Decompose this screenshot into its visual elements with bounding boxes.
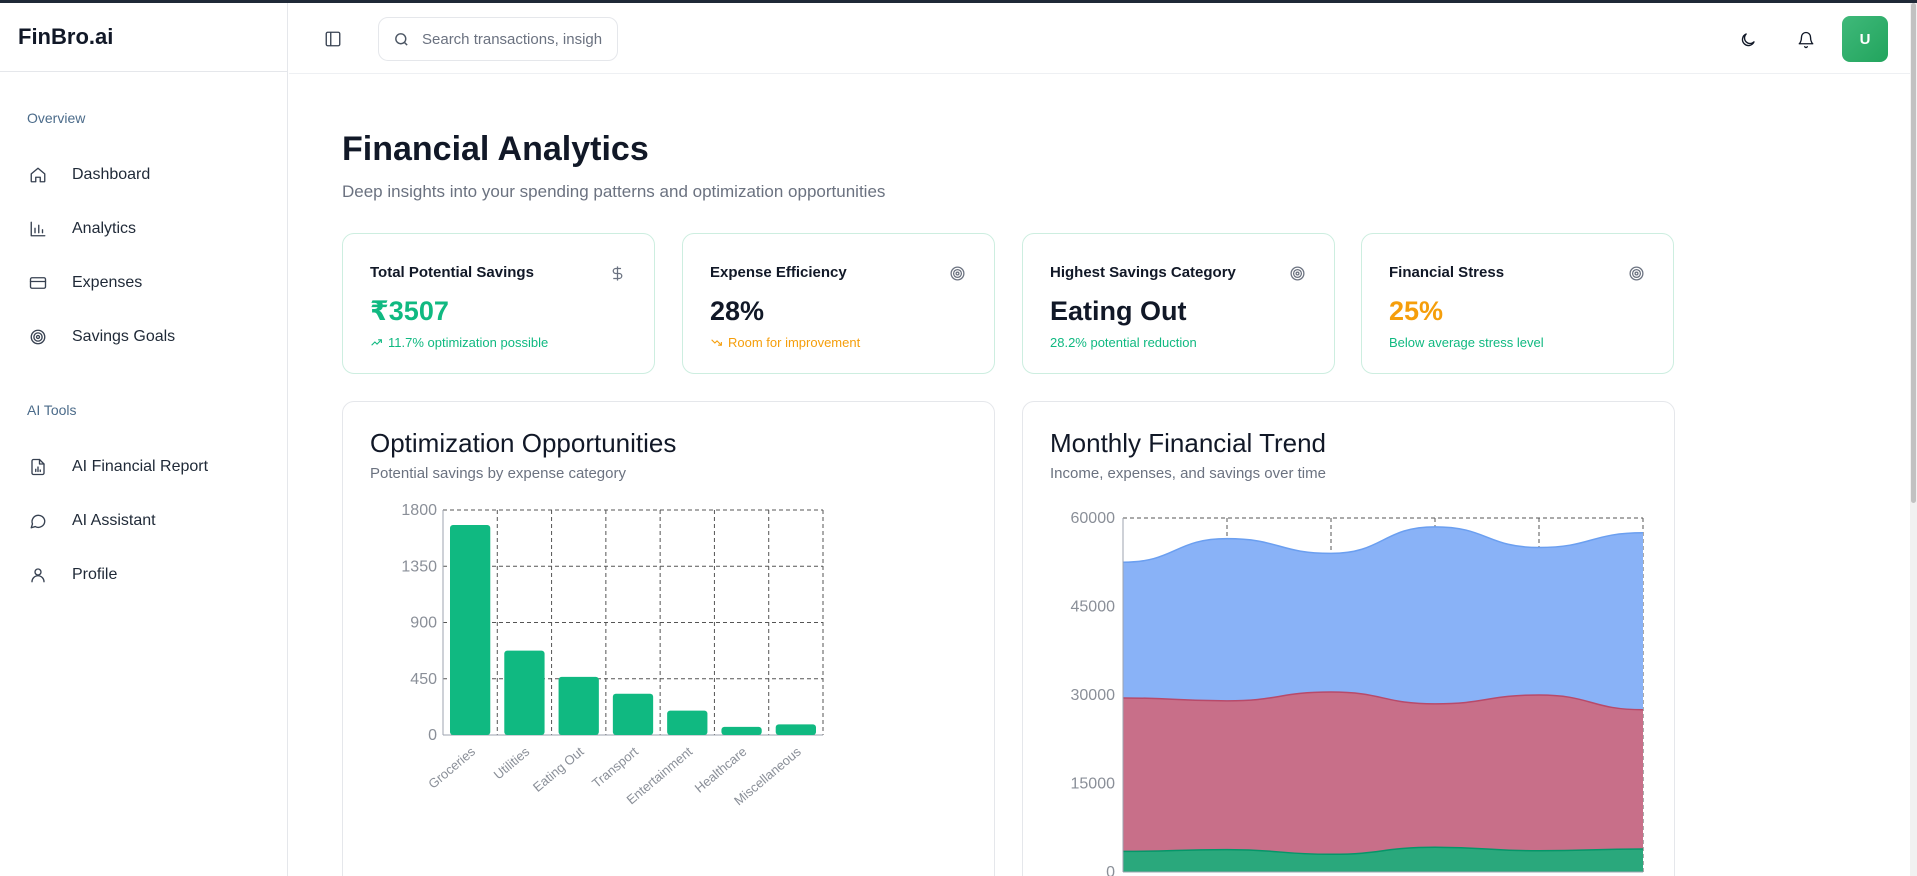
bar bbox=[775, 724, 816, 735]
y-tick-label: 1350 bbox=[401, 558, 437, 575]
sidebar-item-ai-assistant[interactable]: AI Assistant bbox=[0, 494, 287, 548]
y-tick-label: 1800 bbox=[401, 502, 437, 519]
target-icon bbox=[1288, 264, 1306, 282]
target-icon bbox=[948, 264, 966, 282]
stat-value: ₹3507 bbox=[370, 296, 449, 326]
trend-panel: Monthly Financial Trend Income, expenses… bbox=[1022, 401, 1675, 876]
y-tick-label: 900 bbox=[410, 615, 437, 632]
stat-note-text: 11.7% optimization possible bbox=[388, 335, 549, 350]
stat-value: 28% bbox=[710, 296, 765, 326]
sidebar-section-ai-tools: AI Tools AI Financial Report AI Assistan… bbox=[0, 402, 287, 602]
file-chart-icon bbox=[28, 457, 48, 477]
sidebar-item-analytics[interactable]: Analytics bbox=[0, 202, 287, 256]
bar bbox=[612, 693, 654, 735]
y-tick-label: 450 bbox=[410, 671, 437, 688]
y-tick-label: 15000 bbox=[1071, 776, 1116, 793]
stat-note: 28.2% potential reduction bbox=[1050, 335, 1197, 350]
sidebar-section-label: AI Tools bbox=[27, 402, 77, 418]
stat-card-financial-stress: Financial Stress 25% Below average stres… bbox=[1361, 233, 1674, 374]
sidebar-item-expenses[interactable]: Expenses bbox=[0, 256, 287, 310]
x-tick-label: Groceries bbox=[425, 743, 478, 791]
page-title: Financial Analytics bbox=[342, 130, 649, 168]
stat-label: Financial Stress bbox=[1389, 264, 1505, 281]
stat-note: Room for improvement bbox=[710, 335, 860, 350]
brand-logo[interactable]: FinBro.ai bbox=[0, 3, 287, 72]
stat-note: Below average stress level bbox=[1389, 335, 1544, 350]
stat-card-expense-efficiency: Expense Efficiency 28% Room for improvem… bbox=[682, 233, 995, 374]
bar-chart-icon bbox=[28, 219, 48, 239]
search-icon bbox=[395, 32, 408, 46]
sidebar-item-label: AI Financial Report bbox=[72, 458, 209, 475]
stat-note-text: Below average stress level bbox=[1389, 335, 1544, 350]
sidebar-toggle-button[interactable] bbox=[323, 29, 343, 49]
search-input[interactable] bbox=[422, 30, 602, 48]
optimization-bar-chart: 0 450 900 1350 1800 Groceries UtilitiesEating … bbox=[401, 502, 824, 808]
trend-area-chart: 0 15000 30000 45000 60000 bbox=[1071, 510, 1644, 876]
bell-icon bbox=[1798, 31, 1814, 49]
credit-card-icon bbox=[28, 273, 48, 293]
sidebar-item-label: Savings Goals bbox=[72, 328, 176, 345]
stat-card-total-potential-savings: Total Potential Savings ₹3507 11.7% opti… bbox=[342, 233, 655, 374]
notifications-button[interactable] bbox=[1796, 30, 1816, 50]
trending-down-icon bbox=[711, 339, 722, 346]
top-header: U bbox=[289, 3, 1917, 74]
sidebar-item-label: AI Assistant bbox=[72, 512, 156, 529]
stat-note: 11.7% optimization possible bbox=[370, 335, 548, 350]
bar bbox=[504, 650, 545, 735]
bar bbox=[450, 525, 491, 735]
stat-note-text: Room for improvement bbox=[728, 335, 861, 350]
sidebar-item-savings-goals[interactable]: Savings Goals bbox=[0, 310, 287, 364]
y-tick-label: 60000 bbox=[1071, 510, 1116, 527]
bar bbox=[667, 710, 708, 735]
stat-label: Total Potential Savings bbox=[370, 264, 534, 281]
sidebar-item-label: Profile bbox=[72, 566, 118, 583]
stat-label: Highest Savings Category bbox=[1050, 264, 1236, 281]
dollar-icon bbox=[608, 264, 626, 282]
page-subtitle: Deep insights into your spending pattern… bbox=[342, 182, 886, 201]
sidebar-section-overview: Overview Dashboard Analytics Expenses Sa… bbox=[0, 110, 287, 364]
x-tick-label: Utilities bbox=[491, 743, 533, 782]
theme-toggle-button[interactable] bbox=[1738, 30, 1758, 50]
y-tick-label: 0 bbox=[1106, 864, 1115, 876]
sidebar-item-label: Analytics bbox=[72, 220, 137, 237]
x-tick-label: Transport bbox=[589, 744, 641, 791]
sidebar-item-label: Expenses bbox=[72, 274, 143, 291]
y-tick-label: 45000 bbox=[1071, 599, 1116, 616]
target-icon bbox=[28, 327, 48, 347]
y-tick-label: 0 bbox=[428, 727, 437, 744]
trending-up-icon bbox=[371, 339, 382, 346]
user-icon bbox=[28, 565, 48, 585]
bar bbox=[721, 726, 762, 735]
home-icon bbox=[28, 165, 48, 185]
x-tick-label: Eating Out bbox=[530, 744, 587, 795]
stat-label: Expense Efficiency bbox=[710, 264, 847, 281]
moon-icon bbox=[1741, 33, 1755, 47]
sidebar-item-profile[interactable]: Profile bbox=[0, 548, 287, 602]
y-tick-label: 30000 bbox=[1071, 687, 1116, 704]
sidebar-item-dashboard[interactable]: Dashboard bbox=[0, 148, 287, 202]
bar bbox=[558, 676, 599, 735]
optimization-panel: Optimization Opportunities Potential sav… bbox=[342, 401, 995, 876]
sidebar-item-ai-financial-report[interactable]: AI Financial Report bbox=[0, 440, 287, 494]
sidebar-item-label: Dashboard bbox=[72, 166, 151, 183]
sidebar-section-label: Overview bbox=[27, 110, 86, 126]
avatar[interactable]: U bbox=[1842, 16, 1888, 62]
sidebar: FinBro.ai Overview Dashboard Analytics E… bbox=[0, 3, 288, 876]
chat-bubble-icon bbox=[28, 511, 48, 531]
scrollbar-thumb[interactable] bbox=[1911, 3, 1916, 503]
area-series bbox=[1123, 692, 1643, 872]
target-icon bbox=[1627, 264, 1645, 282]
stat-note-text: 28.2% potential reduction bbox=[1050, 335, 1197, 350]
panel-left-icon bbox=[325, 31, 341, 47]
stat-value: 25% bbox=[1389, 296, 1444, 326]
stat-card-highest-savings-category: Highest Savings Category Eating Out 28.2… bbox=[1022, 233, 1335, 374]
search-bar[interactable] bbox=[378, 17, 618, 61]
stat-value: Eating Out bbox=[1050, 296, 1187, 326]
